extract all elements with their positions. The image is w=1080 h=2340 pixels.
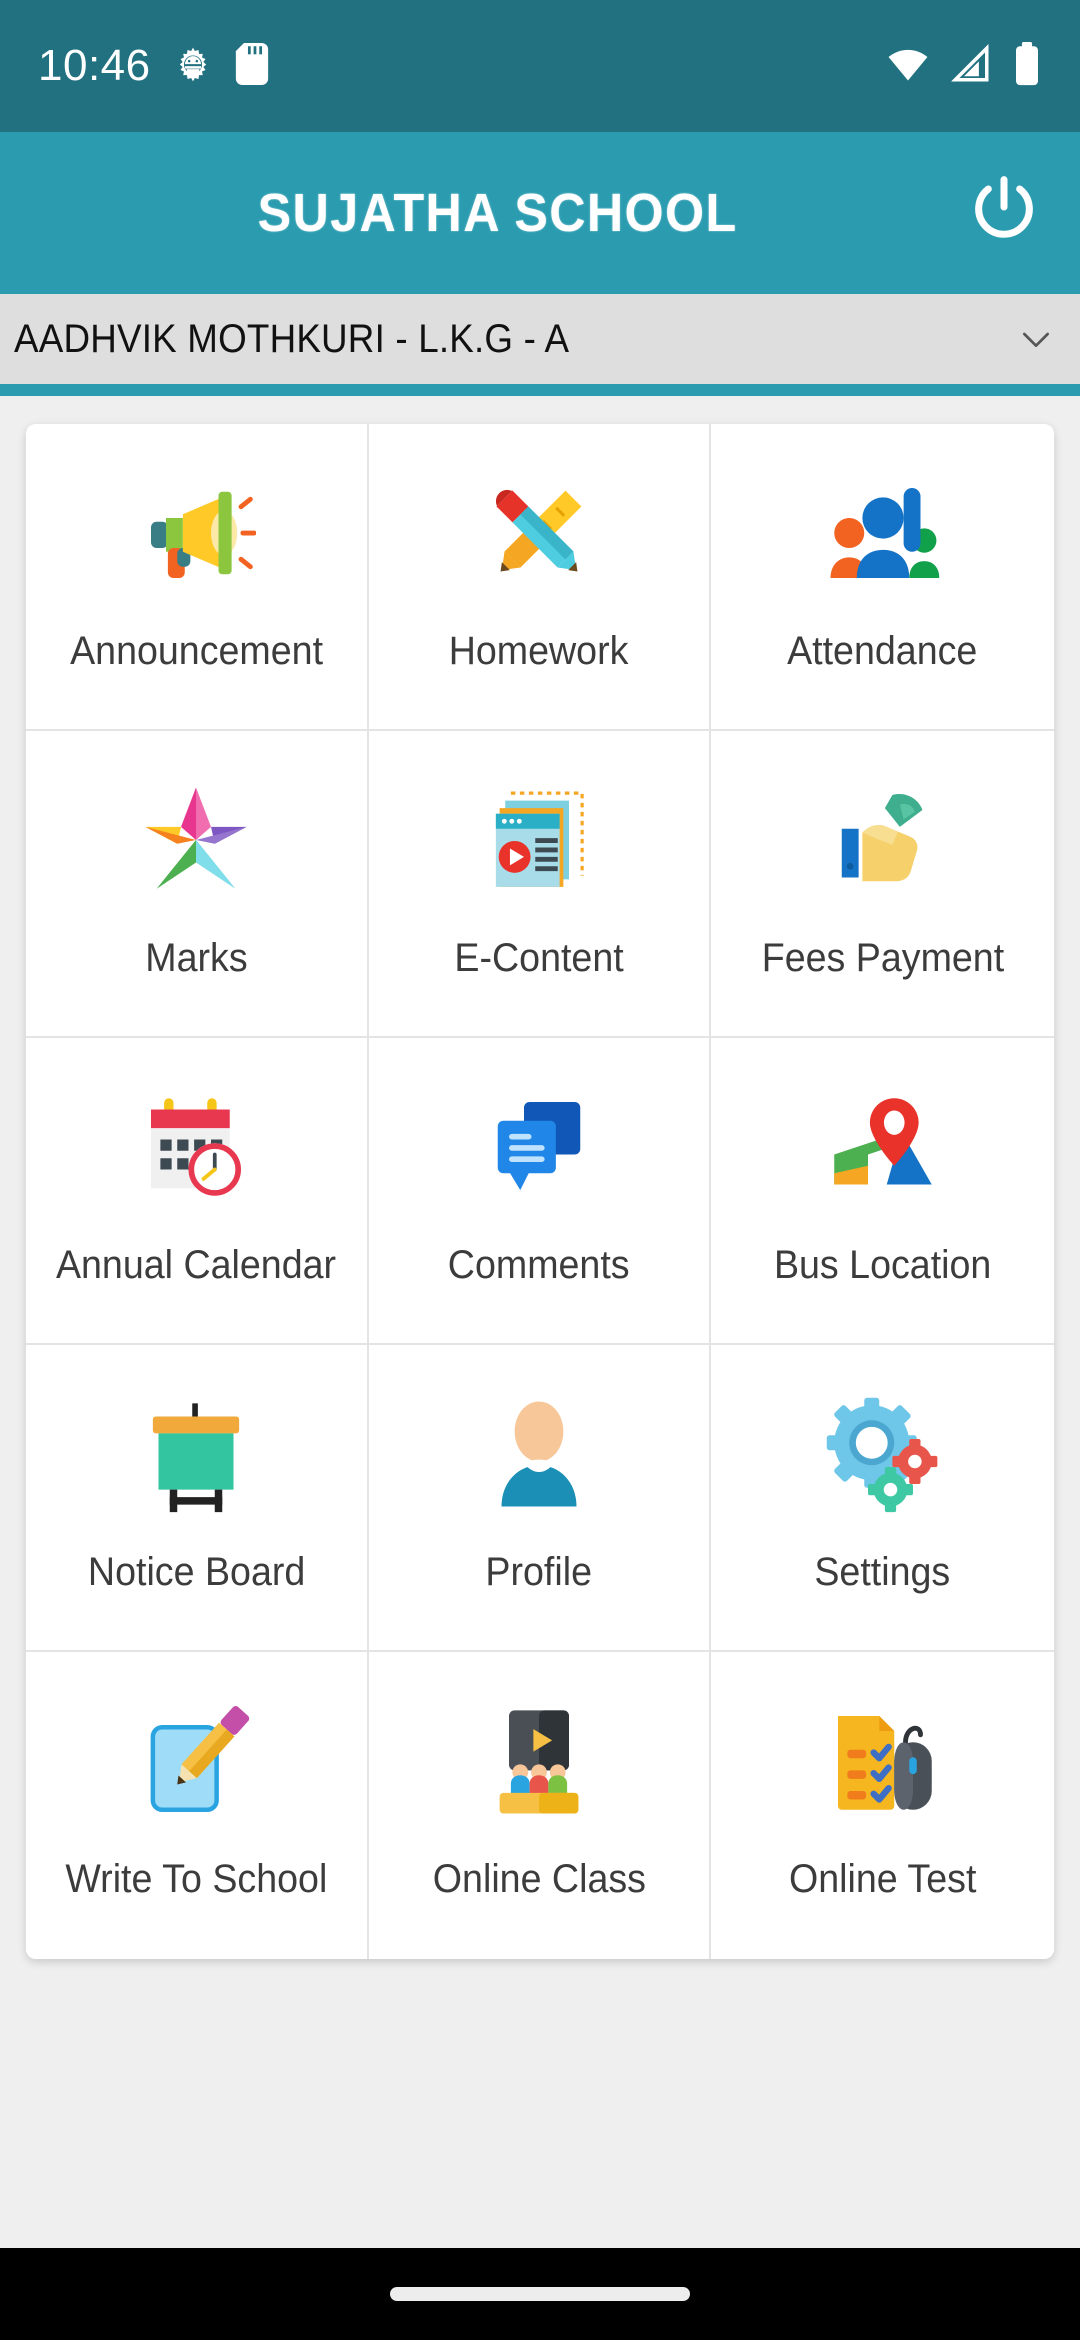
menu-tile-label: E-Content — [454, 936, 624, 980]
accent-divider — [0, 384, 1080, 396]
sd-card-icon — [235, 42, 269, 90]
menu-tile-notice-board[interactable]: Notice Board — [26, 1345, 369, 1652]
menu-grid: Announcement Homework Attendance Marks E… — [26, 424, 1054, 1959]
menu-tile-label: Profile — [485, 1550, 593, 1594]
menu-tile-label: Annual Calendar — [56, 1243, 337, 1287]
menu-tile-label: Notice Board — [87, 1550, 306, 1594]
menu-tile-online-test[interactable]: Online Test — [711, 1652, 1054, 1959]
menu-tile-label: Announcement — [69, 629, 323, 673]
status-bar-right — [886, 41, 1042, 91]
note-pencil-icon — [121, 1686, 271, 1836]
dashboard-content: Announcement Homework Attendance Marks E… — [0, 396, 1080, 2248]
power-icon — [964, 171, 1044, 256]
menu-tile-attendance[interactable]: Attendance — [711, 424, 1054, 731]
menu-tile-label: Write To School — [65, 1857, 328, 1901]
menu-tile-write-to-school[interactable]: Write To School — [26, 1652, 369, 1959]
menu-tile-label: Homework — [449, 629, 629, 673]
calendar-clock-icon — [121, 1072, 271, 1222]
media-documents-icon — [464, 765, 614, 915]
app-title: SUJATHA SCHOOL — [257, 183, 738, 243]
student-selector[interactable]: AADHVIK MOTHKURI - L.K.G - A — [0, 294, 1080, 384]
menu-tile-homework[interactable]: Homework — [368, 424, 712, 731]
pencil-ruler-icon — [464, 458, 614, 608]
menu-tile-label: Online Class — [432, 1857, 646, 1901]
logout-button[interactable] — [958, 167, 1050, 259]
menu-tile-bus-location[interactable]: Bus Location — [711, 1038, 1054, 1345]
menu-tile-marks[interactable]: Marks — [26, 731, 369, 1038]
battery-icon — [1012, 41, 1042, 91]
status-bar-clock: 10:46 — [38, 41, 151, 90]
screen-students-icon — [464, 1686, 614, 1836]
menu-tile-label: Settings — [814, 1550, 951, 1594]
home-gesture-pill[interactable] — [390, 2287, 690, 2301]
menu-tile-label: Comments — [448, 1243, 630, 1287]
cellular-signal-icon — [950, 43, 992, 90]
app-screen: 10:46 SUJATHA SCHOOL AADHVIK MOTHKURI - … — [0, 0, 1080, 2340]
app-bar: SUJATHA SCHOOL — [0, 132, 1080, 294]
menu-tile-comments[interactable]: Comments — [368, 1038, 712, 1345]
map-pin-icon — [808, 1072, 958, 1222]
people-raised-hand-icon — [808, 458, 958, 608]
menu-tile-label: Fees Payment — [761, 936, 1004, 980]
menu-tile-label: Marks — [145, 936, 248, 980]
status-bar: 10:46 — [0, 0, 1080, 132]
menu-tile-annual-calendar[interactable]: Annual Calendar — [26, 1038, 369, 1345]
person-avatar-icon — [464, 1379, 614, 1529]
chevron-down-icon[interactable] — [1014, 317, 1058, 361]
menu-tile-e-content[interactable]: E-Content — [368, 731, 712, 1038]
android-debug-icon — [173, 44, 213, 89]
star-icon — [121, 765, 271, 915]
status-bar-left: 10:46 — [38, 41, 269, 91]
checklist-mouse-icon — [808, 1686, 958, 1836]
menu-tile-announcement[interactable]: Announcement — [26, 424, 369, 731]
system-navigation-bar — [0, 2248, 1080, 2340]
chat-bubbles-icon — [464, 1072, 614, 1222]
hand-money-icon — [808, 765, 958, 915]
menu-tile-label: Bus Location — [773, 1243, 992, 1287]
menu-tile-settings[interactable]: Settings — [711, 1345, 1054, 1652]
wifi-icon — [886, 42, 930, 91]
menu-tile-online-class[interactable]: Online Class — [368, 1652, 712, 1959]
megaphone-icon — [121, 458, 271, 608]
gears-icon — [808, 1379, 958, 1529]
notice-board-icon — [121, 1379, 271, 1529]
menu-tile-label: Attendance — [787, 629, 978, 673]
menu-tile-profile[interactable]: Profile — [368, 1345, 712, 1652]
menu-tile-fees-payment[interactable]: Fees Payment — [711, 731, 1054, 1038]
menu-tile-label: Online Test — [788, 1857, 977, 1901]
student-selector-value: AADHVIK MOTHKURI - L.K.G - A — [14, 316, 570, 361]
